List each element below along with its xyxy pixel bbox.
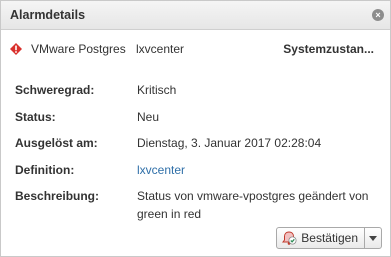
acknowledge-split-button: Bestätigen: [276, 227, 382, 249]
alarm-target: lxvcenter: [136, 42, 185, 56]
status-value: Neu: [137, 110, 160, 124]
alarm-header: VMware Postgres lxvcenter Systemzustan..…: [10, 41, 374, 59]
dialog-title: Alarmdetails: [10, 8, 86, 22]
alert-icon: [10, 43, 22, 55]
definition-link[interactable]: lxvcenter: [137, 161, 376, 179]
acknowledge-alarm-icon: [282, 231, 297, 245]
title-bar: Alarmdetails ×: [1, 1, 390, 30]
alarm-status-heading: Systemzustan...: [283, 42, 374, 56]
acknowledge-button[interactable]: Bestätigen: [277, 228, 364, 248]
triggered-value: Dienstag, 3. Januar 2017 02:28:04: [137, 136, 322, 150]
description-label: Beschreibung:: [15, 189, 100, 203]
definition-label: Definition:: [15, 163, 75, 177]
severity-label: Schweregrad:: [15, 83, 95, 97]
status-label: Status:: [15, 110, 56, 124]
acknowledge-dropdown-button[interactable]: [364, 228, 381, 248]
chevron-down-icon: [369, 235, 377, 241]
triggered-label: Ausgelöst am:: [15, 136, 98, 150]
close-icon[interactable]: ×: [372, 9, 384, 21]
acknowledge-label: Bestätigen: [301, 231, 358, 245]
alarm-details-dialog: Alarmdetails × VMware Postgres lxvcenter…: [0, 0, 391, 257]
alarm-name: VMware Postgres: [31, 42, 126, 56]
severity-value: Kritisch: [137, 83, 177, 97]
description-value: Status von vmware-vpostgres geändert von…: [137, 189, 369, 221]
